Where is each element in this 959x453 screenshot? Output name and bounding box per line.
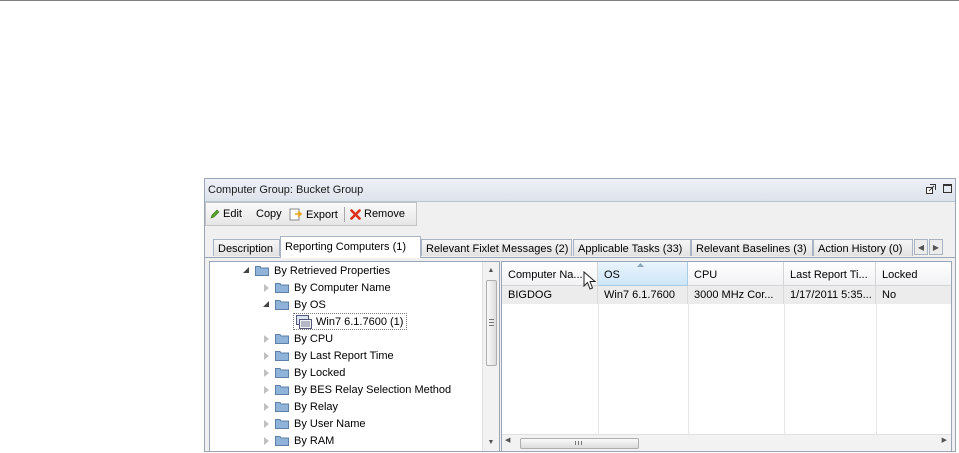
tab-applicable-tasks[interactable]: Applicable Tasks (33) [573, 239, 691, 256]
export-button[interactable]: Export [289, 208, 338, 221]
collapse-arrow-icon[interactable] [262, 334, 271, 343]
computer-group-window: Computer Group: Bucket Group Edit Copy E… [204, 178, 956, 452]
pencil-icon [210, 209, 220, 219]
expand-arrow-icon[interactable] [262, 300, 271, 309]
title-bar: Computer Group: Bucket Group [205, 179, 955, 202]
expand-arrow-icon[interactable] [242, 266, 251, 275]
restore-icon[interactable] [926, 184, 936, 194]
copy-button[interactable]: Copy [256, 208, 282, 220]
column-header-cpu[interactable]: CPU [688, 262, 784, 286]
table-cell-locked[interactable]: No [876, 286, 951, 304]
folder-icon [275, 402, 289, 412]
sort-indicator-icon [637, 263, 644, 267]
edit-label: Edit [223, 208, 242, 220]
folder-icon [275, 283, 289, 293]
tree-vertical-scrollbar[interactable]: ▲ ▼ [482, 262, 499, 451]
grid-horizontal-scrollbar[interactable]: ◀ ▶ [502, 434, 951, 451]
grid-scroll-thumb[interactable] [520, 438, 639, 449]
tree-item-by-relay[interactable]: By Relay [262, 398, 338, 415]
computer-list-icon [296, 314, 312, 329]
tree-item-win7-selected[interactable]: Win7 6.1.7600 (1) [293, 313, 408, 330]
maximize-icon[interactable] [943, 184, 952, 193]
tree-item-by-locked[interactable]: By Locked [262, 364, 345, 381]
remove-x-icon [350, 208, 361, 220]
tree-item-by-computer-name[interactable]: By Computer Name [262, 279, 391, 296]
folder-icon [275, 368, 289, 378]
column-header-locked[interactable]: Locked [876, 262, 951, 286]
column-header-last-report-time[interactable]: Last Report Ti... [784, 262, 876, 286]
collapse-arrow-icon[interactable] [262, 436, 271, 445]
collapse-arrow-icon[interactable] [262, 419, 271, 428]
mouse-pointer-icon [583, 271, 597, 290]
tree-item-by-bes-relay-selection-method[interactable]: By BES Relay Selection Method [262, 381, 451, 398]
collapse-arrow-icon[interactable] [262, 351, 271, 360]
tree-item-by-cpu[interactable]: By CPU [262, 330, 333, 347]
column-divider [876, 304, 877, 435]
edit-button[interactable]: Edit [210, 208, 242, 220]
tab-scroll-right-icon[interactable]: ▶ [929, 239, 943, 255]
top-divider [0, 0, 959, 1]
table-cell-cpu[interactable]: 3000 MHz Cor... [688, 286, 784, 304]
tab-relevant-baselines[interactable]: Relevant Baselines (3) [691, 239, 813, 256]
folder-icon [275, 385, 289, 395]
folder-icon [275, 300, 289, 310]
column-header-os[interactable]: OS [598, 262, 688, 286]
column-divider [688, 304, 689, 435]
scroll-left-icon[interactable]: ◀ [505, 436, 510, 444]
tree-item-by-os[interactable]: By OS [262, 296, 326, 313]
tab-description[interactable]: Description [213, 239, 280, 256]
scroll-down-icon[interactable]: ▼ [483, 436, 499, 450]
tab-scroll-left-icon[interactable]: ◀ [914, 239, 928, 255]
tab-relevant-fixlet-messages[interactable]: Relevant Fixlet Messages (2) [421, 239, 572, 256]
computers-grid: Computer Na... OS CPU Last Report Ti... … [501, 261, 952, 451]
tab-strip: Description Reporting Computers (1) Rele… [205, 236, 955, 258]
tab-action-history[interactable]: Action History (0) [813, 239, 913, 256]
collapse-arrow-icon[interactable] [262, 402, 271, 411]
table-cell-last-report-time[interactable]: 1/17/2011 5:35... [784, 286, 876, 304]
remove-label: Remove [364, 208, 405, 220]
tree-item-by-user-name[interactable]: By User Name [262, 415, 366, 432]
folder-icon [255, 266, 269, 276]
collapse-arrow-icon[interactable] [262, 385, 271, 394]
collapse-arrow-icon[interactable] [262, 283, 271, 292]
toolbar-separator [344, 207, 345, 222]
copy-label: Copy [256, 208, 282, 220]
scroll-up-icon[interactable]: ▲ [483, 264, 499, 278]
folder-icon [275, 419, 289, 429]
window-title: Computer Group: Bucket Group [208, 184, 364, 196]
tree-item-by-retrieved-properties[interactable]: By Retrieved Properties [242, 262, 390, 279]
tree-item-by-ram[interactable]: By RAM [262, 432, 334, 449]
table-cell-os[interactable]: Win7 6.1.7600 [598, 286, 688, 304]
collapse-arrow-icon[interactable] [262, 368, 271, 377]
folder-icon [275, 436, 289, 446]
toolbar: Edit Copy Export Remove [205, 202, 417, 226]
column-divider [784, 304, 785, 435]
folder-icon [275, 334, 289, 344]
scroll-right-icon[interactable]: ▶ [942, 436, 947, 444]
column-divider [598, 304, 599, 435]
remove-button[interactable]: Remove [350, 208, 405, 220]
tree-scroll-thumb[interactable] [486, 280, 497, 366]
export-label: Export [306, 208, 338, 221]
tab-reporting-computers[interactable]: Reporting Computers (1) [280, 236, 421, 258]
tree-item-by-last-report-time[interactable]: By Last Report Time [262, 347, 394, 364]
export-icon [289, 208, 303, 221]
property-tree: By Retrieved Properties By Computer Name… [209, 261, 500, 451]
folder-icon [275, 351, 289, 361]
